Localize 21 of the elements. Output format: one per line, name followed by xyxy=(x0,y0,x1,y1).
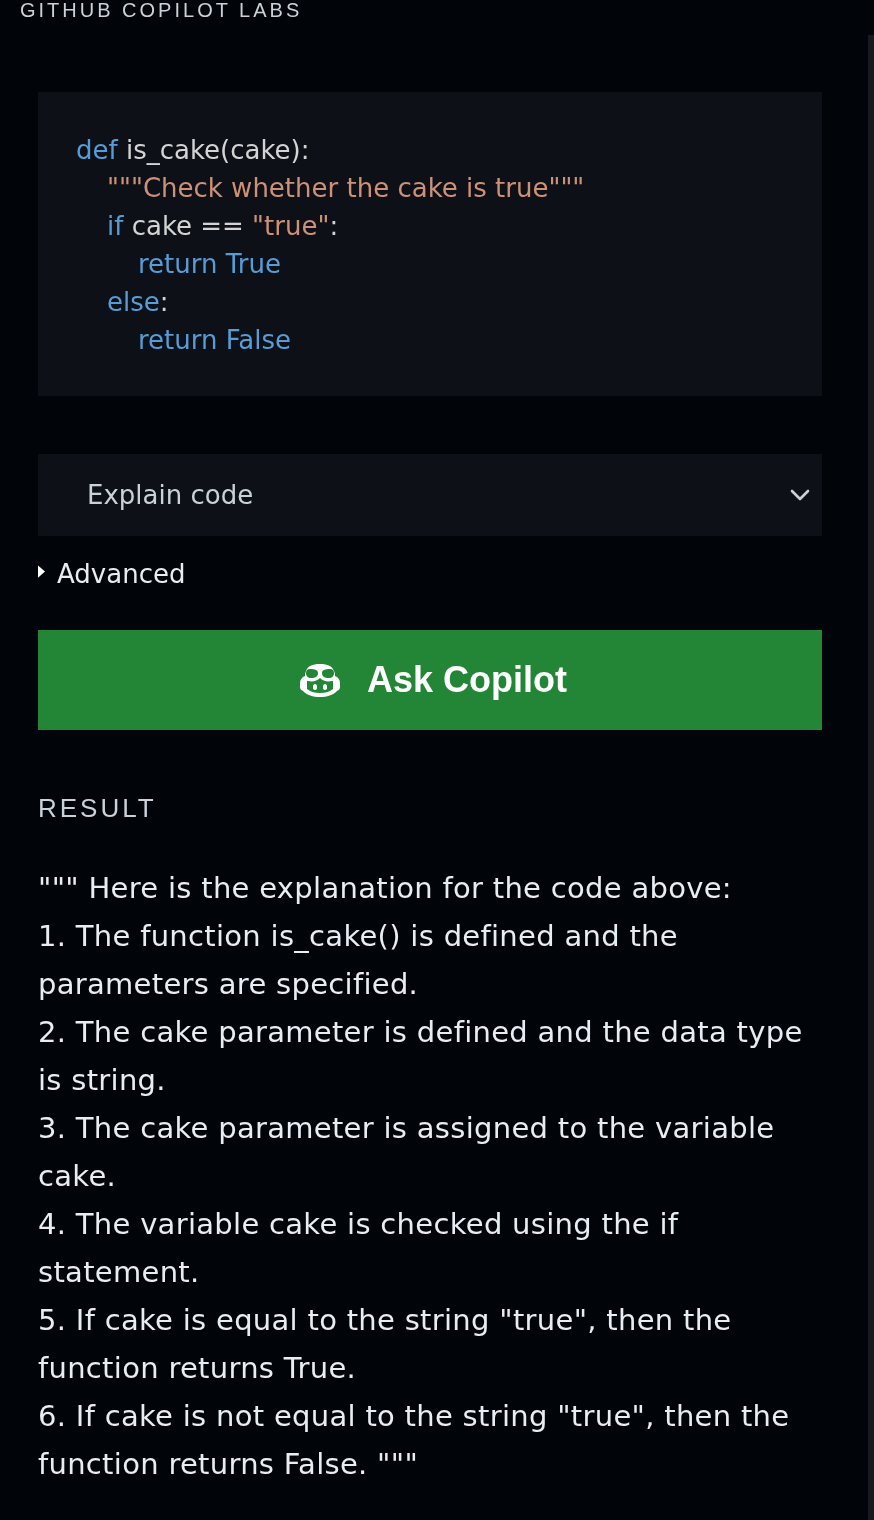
app-title: GITHUB COPILOT LABS xyxy=(20,0,303,20)
result-paragraph: 2. The cake parameter is defined and the data type is string. xyxy=(38,1014,804,1099)
ask-copilot-button[interactable]: Ask Copilot xyxy=(38,630,822,730)
code-line: """Check whether the cake is true""" xyxy=(106,172,586,205)
result-paragraph: 3. The cake parameter is assigned to the variable cake. xyxy=(38,1110,776,1195)
advanced-toggle[interactable]: Advanced xyxy=(38,556,186,592)
result-paragraph: 6. If cake is not equal to the string "true", then the function returns False. """ xyxy=(38,1398,791,1483)
code-line: return True xyxy=(137,248,282,281)
code-line: if cake == "true": xyxy=(106,210,340,243)
code-line: return False xyxy=(137,324,293,357)
result-heading: RESULT xyxy=(38,792,157,825)
copilot-icon xyxy=(299,662,341,698)
task-select[interactable]: Explain code xyxy=(38,454,822,536)
result-paragraph: 1. The function is_cake() is defined and the parameters are specified. xyxy=(38,918,679,1003)
code-line: else: xyxy=(106,286,170,319)
chevron-down-icon xyxy=(790,489,810,501)
code-line: def is_cake(cake): xyxy=(76,134,311,167)
result-paragraph: 5. If cake is equal to the string "true", then the function returns True. xyxy=(38,1302,733,1387)
result-paragraph: 4. The variable cake is checked using the if statement. xyxy=(38,1206,680,1291)
scrollbar-track[interactable] xyxy=(868,35,874,1520)
result-paragraph: """ Here is the explanation for the code above: xyxy=(38,870,733,907)
